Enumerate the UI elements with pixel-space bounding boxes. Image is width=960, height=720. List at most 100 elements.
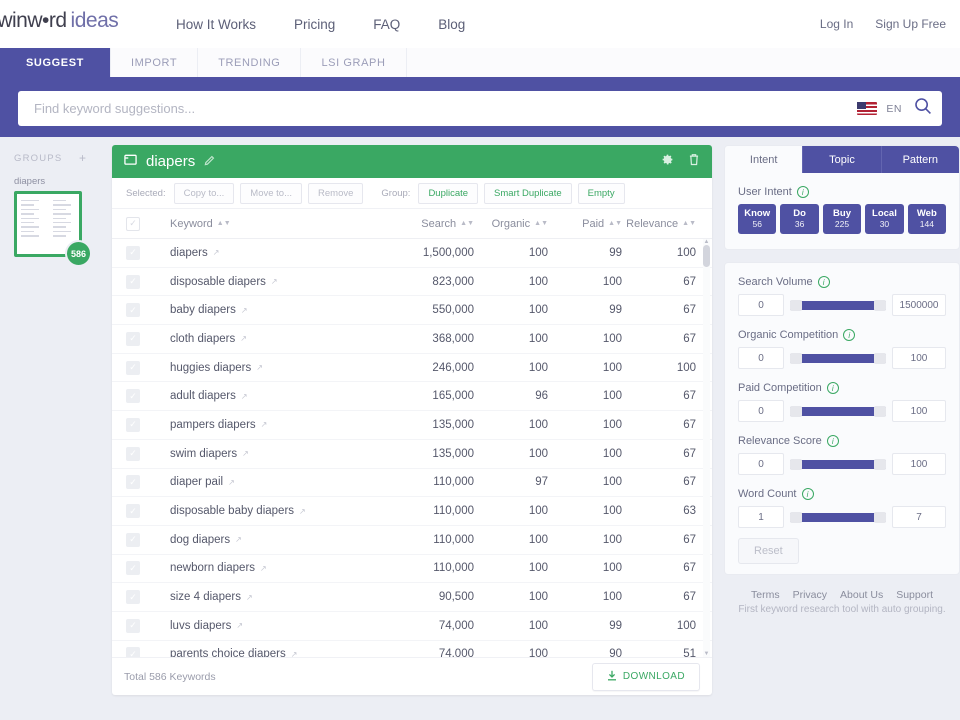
filter-min-input[interactable]: 1 [738, 506, 784, 528]
intent-badge-local[interactable]: Local 30 [865, 204, 904, 234]
sort-arrows-icon[interactable]: ▲▼ [682, 220, 696, 227]
filter-range-slider[interactable] [790, 405, 886, 417]
footer-link-terms[interactable]: Terms [751, 589, 780, 601]
nav-link-pricing[interactable]: Pricing [294, 17, 335, 32]
row-checkbox[interactable]: ✓ [126, 245, 140, 260]
scroll-down-arrow-icon[interactable]: ▼ [703, 651, 710, 657]
filter-range-slider[interactable] [790, 299, 886, 311]
tab-trending[interactable]: TRENDING [198, 48, 302, 77]
tab-intent[interactable]: Intent [725, 146, 804, 173]
row-checkbox[interactable]: ✓ [126, 475, 140, 490]
filter-min-input[interactable]: 0 [738, 400, 784, 422]
tab-suggest[interactable]: SUGGEST [0, 48, 111, 77]
remove-button[interactable]: Remove [308, 182, 364, 204]
external-link-icon[interactable]: ↗ [235, 535, 242, 544]
footer-link-privacy[interactable]: Privacy [793, 589, 827, 601]
intent-badge-web[interactable]: Web 144 [907, 204, 947, 234]
external-link-icon[interactable]: ↗ [241, 392, 248, 401]
filter-max-input[interactable]: 100 [892, 453, 946, 475]
filter-range-slider[interactable] [790, 511, 886, 523]
add-group-button[interactable]: + [79, 151, 86, 165]
slider-handle-max[interactable] [874, 405, 886, 417]
sort-arrows-icon[interactable]: ▲▼ [534, 220, 548, 227]
filter-max-input[interactable]: 100 [892, 400, 946, 422]
table-row[interactable]: ✓ size 4 diapers ↗ 90,500 100 100 67 [112, 583, 712, 612]
language-code[interactable]: EN [886, 103, 902, 115]
table-scrollbar[interactable]: ▲ ▼ [703, 239, 710, 657]
slider-handle-min[interactable] [790, 299, 802, 311]
intent-badge-do[interactable]: Do 36 [780, 204, 819, 234]
signup-link[interactable]: Sign Up Free [875, 17, 946, 31]
row-checkbox[interactable]: ✓ [126, 446, 140, 461]
filter-max-input[interactable]: 100 [892, 347, 946, 369]
row-checkbox[interactable]: ✓ [126, 274, 140, 289]
external-link-icon[interactable]: ↗ [291, 650, 298, 657]
empty-button[interactable]: Empty [577, 182, 625, 204]
select-all-checkbox[interactable]: ✓ [126, 216, 140, 231]
row-checkbox[interactable]: ✓ [126, 417, 140, 432]
sort-arrows-icon[interactable]: ▲▼ [608, 220, 622, 227]
row-checkbox[interactable]: ✓ [126, 360, 140, 375]
gear-icon[interactable] [661, 153, 674, 171]
table-row[interactable]: ✓ luvs diapers ↗ 74,000 100 99 100 [112, 612, 712, 641]
sort-arrows-icon[interactable]: ▲▼ [460, 220, 474, 227]
external-link-icon[interactable]: ↗ [236, 621, 243, 630]
site-logo[interactable]: twinw•rdideas [0, 9, 119, 33]
filter-min-input[interactable]: 0 [738, 294, 784, 316]
trash-icon[interactable] [688, 153, 700, 171]
us-flag-icon[interactable] [857, 102, 878, 115]
reset-filters-button[interactable]: Reset [738, 538, 799, 564]
info-icon[interactable]: i [826, 382, 839, 394]
table-row[interactable]: ✓ adult diapers ↗ 165,000 96 100 67 [112, 382, 712, 412]
slider-handle-min[interactable] [790, 511, 802, 523]
row-checkbox[interactable]: ✓ [126, 561, 140, 576]
table-row[interactable]: ✓ diaper pail ↗ 110,000 97 100 67 [112, 469, 712, 498]
table-row[interactable]: ✓ disposable diapers ↗ 823,000 100 100 67 [112, 268, 712, 297]
search-input[interactable] [34, 101, 858, 116]
slider-handle-max[interactable] [874, 299, 886, 311]
nav-link-faq[interactable]: FAQ [373, 17, 400, 32]
table-row[interactable]: ✓ baby diapers ↗ 550,000 100 99 67 [112, 296, 712, 326]
search-icon[interactable] [914, 97, 932, 120]
column-header-paid[interactable]: Paid ▲▼ [548, 218, 622, 230]
filter-min-input[interactable]: 0 [738, 347, 784, 369]
table-row[interactable]: ✓ huggies diapers ↗ 246,000 100 100 100 [112, 354, 712, 383]
external-link-icon[interactable]: ↗ [261, 420, 268, 429]
column-header-organic[interactable]: Organic ▲▼ [474, 218, 548, 230]
row-checkbox[interactable]: ✓ [126, 647, 140, 657]
info-icon[interactable]: i [843, 329, 856, 341]
table-row[interactable]: ✓ pampers diapers ↗ 135,000 100 100 67 [112, 411, 712, 440]
table-row[interactable]: ✓ parents choice diapers ↗ 74,000 100 90 51 [112, 641, 712, 657]
row-checkbox[interactable]: ✓ [126, 590, 140, 605]
table-row[interactable]: ✓ disposable baby diapers ↗ 110,000 100 100 63 [112, 497, 712, 526]
external-link-icon[interactable]: ↗ [241, 306, 248, 315]
intent-badge-know[interactable]: Know 56 [738, 204, 777, 234]
tab-topic[interactable]: Topic [803, 146, 882, 173]
filter-min-input[interactable]: 0 [738, 453, 784, 475]
move-to-button[interactable]: Move to... [240, 182, 303, 204]
info-icon[interactable]: i [817, 276, 830, 288]
sort-arrows-icon[interactable]: ▲▼ [217, 220, 231, 227]
search-box[interactable]: EN [18, 91, 942, 126]
filter-max-input[interactable]: 7 [892, 506, 946, 528]
row-checkbox[interactable]: ✓ [126, 532, 140, 547]
login-link[interactable]: Log In [820, 17, 853, 31]
external-link-icon[interactable]: ↗ [213, 248, 220, 257]
slider-handle-min[interactable] [790, 352, 802, 364]
duplicate-button[interactable]: Duplicate [418, 182, 479, 204]
external-link-icon[interactable]: ↗ [228, 478, 235, 487]
slider-handle-min[interactable] [790, 458, 802, 470]
smart-duplicate-button[interactable]: Smart Duplicate [484, 182, 572, 204]
slider-handle-max[interactable] [874, 458, 886, 470]
copy-to-button[interactable]: Copy to... [173, 182, 235, 204]
row-checkbox[interactable]: ✓ [126, 331, 140, 346]
footer-link-support[interactable]: Support [896, 589, 933, 601]
slider-handle-max[interactable] [874, 511, 886, 523]
info-icon[interactable]: i [826, 435, 839, 447]
filter-max-input[interactable]: 1500000 [892, 294, 946, 316]
table-row[interactable]: ✓ swim diapers ↗ 135,000 100 100 67 [112, 440, 712, 469]
footer-link-about-us[interactable]: About Us [840, 589, 883, 601]
pencil-icon[interactable] [204, 153, 215, 171]
external-link-icon[interactable]: ↗ [271, 277, 278, 286]
external-link-icon[interactable]: ↗ [240, 334, 247, 343]
